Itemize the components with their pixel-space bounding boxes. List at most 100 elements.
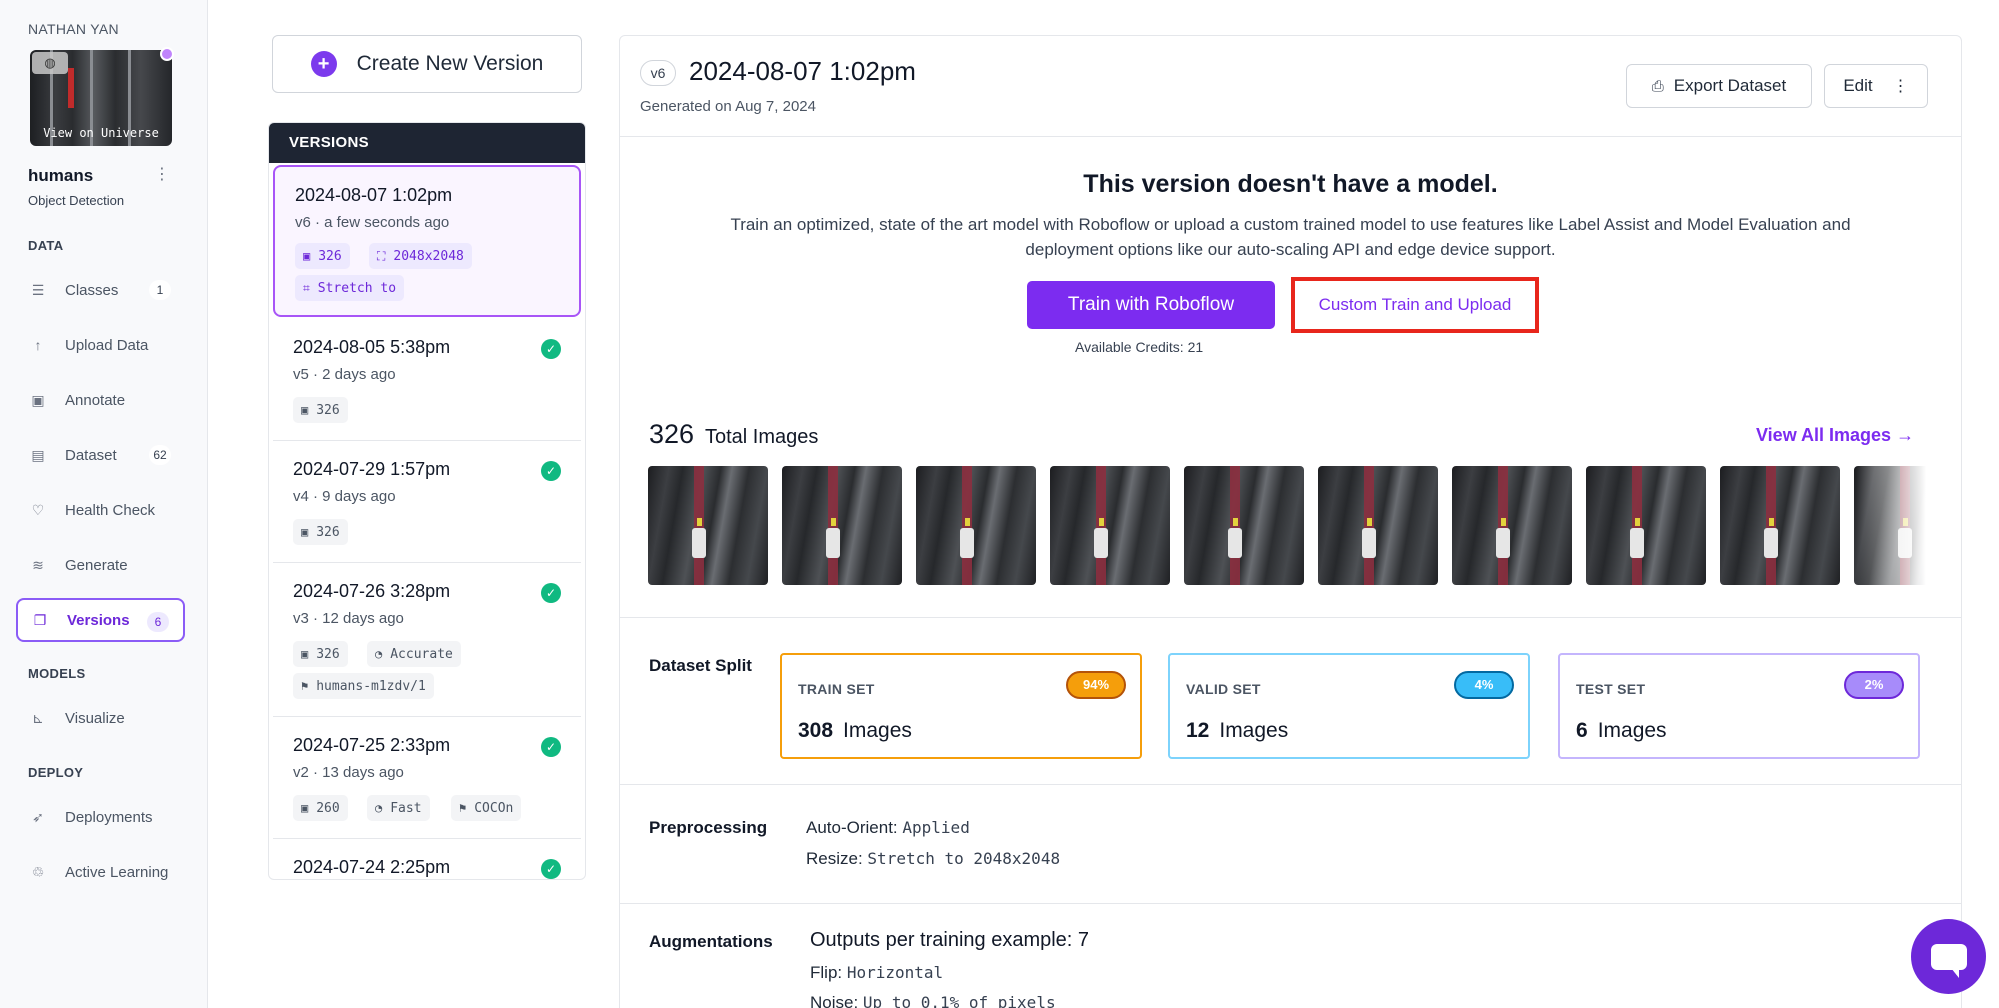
sidebar-item-versions[interactable]: ❐ Versions 6 (16, 598, 185, 642)
check-circle-icon: ✓ (541, 461, 561, 481)
chat-support-button[interactable] (1911, 919, 1986, 994)
count-badge: 62 (149, 445, 171, 465)
augmentation-noise: Noise: Up to 0.1% of pixels (810, 993, 1056, 1008)
version-name: 2024-07-26 3:28pm (293, 581, 451, 601)
sidebar-item-label: Deployments (65, 808, 153, 826)
split-count: 6 Images (1576, 719, 1667, 742)
resize-icon: ⛶ (377, 248, 386, 263)
image-thumbnail[interactable] (1184, 466, 1304, 585)
create-new-version-button[interactable]: + Create New Version (272, 35, 582, 93)
sidebar-item-annotate[interactable]: ▣ Annotate (16, 378, 185, 422)
upload-arrow-icon: ↑ (34, 337, 42, 353)
image-thumbnail[interactable] (1720, 466, 1840, 585)
split-percent-badge: 2% (1844, 671, 1904, 699)
model-type-chip: ◔ Fast (367, 795, 430, 821)
gauge-icon: ◔ (375, 801, 383, 815)
sidebar-item-active-learning[interactable]: ♲ Active Learning (16, 850, 185, 894)
sidebar-item-visualize[interactable]: ⊾ Visualize (16, 696, 185, 740)
credits-value: 21 (1187, 339, 1204, 355)
version-card-v6[interactable]: 2024-08-07 1:02pm v6 · a few seconds ago… (273, 165, 581, 317)
list-icon: ☰ (31, 281, 45, 298)
outputs-per-example: Outputs per training example: 7 (810, 929, 1090, 951)
valid-set-card: VALID SET 4% 12 Images (1168, 653, 1530, 759)
version-name: 2024-07-24 2:25pm (293, 857, 451, 877)
sidebar-item-dataset[interactable]: ▤ Dataset 62 (16, 433, 185, 477)
versions-panel: VERSIONS 2024-08-07 1:02pm v6 · a few se… (268, 122, 586, 880)
sidebar-item-label: Generate (65, 556, 128, 574)
split-name: VALID SET (1186, 681, 1261, 697)
image-icon: ▣ (301, 525, 309, 539)
sidebar-item-label: Upload Data (65, 336, 149, 354)
image-count-chip: ▣ 326 (293, 397, 348, 423)
check-circle-icon: ✓ (541, 859, 561, 879)
section-label-models: MODELS (28, 666, 86, 681)
stretch-chip: ⌗ Stretch to (295, 275, 405, 301)
version-card-v5[interactable]: 2024-08-05 5:38pm ✓ v5 · 2 days ago ▣ 326 (273, 319, 581, 441)
recycle-icon: ♲ (31, 863, 45, 880)
divider (620, 784, 1961, 785)
augmentations-label: Augmentations (649, 932, 773, 951)
preprocessing-label: Preprocessing (649, 818, 768, 837)
image-thumbnail[interactable] (916, 466, 1036, 585)
split-percent-badge: 4% (1454, 671, 1514, 699)
version-title: 2024-08-07 1:02pm (689, 56, 916, 86)
total-images-count: 326 (649, 419, 695, 449)
sidebar-item-generate[interactable]: ≋ Generate (16, 543, 185, 587)
train-with-roboflow-button[interactable]: Train with Roboflow (1027, 281, 1275, 329)
image-thumbnail[interactable] (1050, 466, 1170, 585)
image-thumbnail[interactable] (782, 466, 902, 585)
version-name: 2024-08-05 5:38pm (293, 337, 451, 357)
train-set-card: TRAIN SET 94% 308 Images (780, 653, 1142, 759)
version-name: 2024-07-29 1:57pm (293, 459, 451, 479)
version-sub: v3 · 12 days ago (293, 610, 404, 627)
version-card-v4[interactable]: 2024-07-29 1:57pm ✓ v4 · 9 days ago ▣ 326 (273, 441, 581, 563)
version-sub: v2 · 13 days ago (293, 764, 404, 781)
plus-icon: + (310, 51, 337, 77)
file-export-icon: ⎙ (1651, 77, 1664, 95)
export-dataset-button[interactable]: ⎙ Export Dataset (1626, 64, 1812, 108)
sidebar-item-label: Dataset (65, 446, 117, 464)
split-name: TRAIN SET (798, 681, 875, 697)
version-badge: v6 (640, 60, 676, 86)
sidebar-item-health-check[interactable]: ♡ Health Check (16, 488, 185, 532)
split-count: 308 Images (798, 719, 912, 742)
view-on-universe-link[interactable]: View on Universe (30, 126, 172, 140)
preprocessing-resize: Resize: Stretch to 2048x2048 (806, 849, 1061, 868)
view-all-images-link[interactable]: View All Images → (1756, 425, 1914, 446)
layers-icon: ≋ (32, 556, 44, 573)
workspace-name: NATHAN YAN (28, 21, 119, 37)
sidebar-item-label: Versions (67, 611, 130, 629)
image-thumbnail[interactable] (1586, 466, 1706, 585)
image-thumbnail[interactable] (1452, 466, 1572, 585)
image-thumbnail[interactable] (648, 466, 768, 585)
version-card-v2[interactable]: 2024-07-25 2:33pm ✓ v2 · 13 days ago ▣ 26… (273, 717, 581, 839)
globe-icon: ◍ (32, 52, 68, 74)
flag-icon: ⚑ (301, 679, 309, 693)
annotate-image-icon: ▣ (31, 391, 45, 408)
available-credits: Available Credits: 21 (1075, 339, 1204, 355)
crop-icon: ⌗ (303, 280, 310, 295)
total-images-label: Total Images (705, 426, 819, 448)
images-icon: ▤ (31, 446, 45, 463)
sidebar-item-deployments[interactable]: ➶ Deployments (16, 795, 185, 839)
rocket-icon: ➶ (32, 808, 44, 825)
test-set-card: TEST SET 2% 6 Images (1558, 653, 1920, 759)
checkpoint-chip: ⚑ COCOn (451, 795, 522, 821)
edit-button[interactable]: Edit ⋮ (1824, 64, 1928, 108)
version-card-v1[interactable]: 2024-07-24 2:25pm ✓ (273, 839, 581, 879)
export-dataset-label: Export Dataset (1673, 76, 1787, 95)
image-thumbnail[interactable] (1318, 466, 1438, 585)
check-circle-icon: ✓ (541, 339, 561, 359)
sidebar-item-upload-data[interactable]: ↑ Upload Data (16, 323, 185, 367)
project-menu-kebab-icon[interactable]: ⋮ (154, 164, 170, 184)
version-detail-panel: v6 2024-08-07 1:02pm Generated on Aug 7,… (619, 35, 1962, 1008)
version-card-v3[interactable]: 2024-07-26 3:28pm ✓ v3 · 12 days ago ▣ 32… (273, 563, 581, 717)
project-thumbnail[interactable]: ◍ View on Universe (30, 50, 172, 146)
image-icon: ▣ (301, 801, 309, 815)
sidebar-item-label: Health Check (65, 501, 156, 519)
no-model-description: Train an optimized, state of the art mod… (730, 215, 1851, 259)
sidebar-item-classes[interactable]: ☰ Classes 1 (16, 268, 185, 312)
chart-icon: ⊾ (32, 709, 44, 726)
image-count-chip: ▣ 260 (293, 795, 348, 821)
custom-train-upload-button[interactable]: Custom Train and Upload (1291, 277, 1539, 333)
